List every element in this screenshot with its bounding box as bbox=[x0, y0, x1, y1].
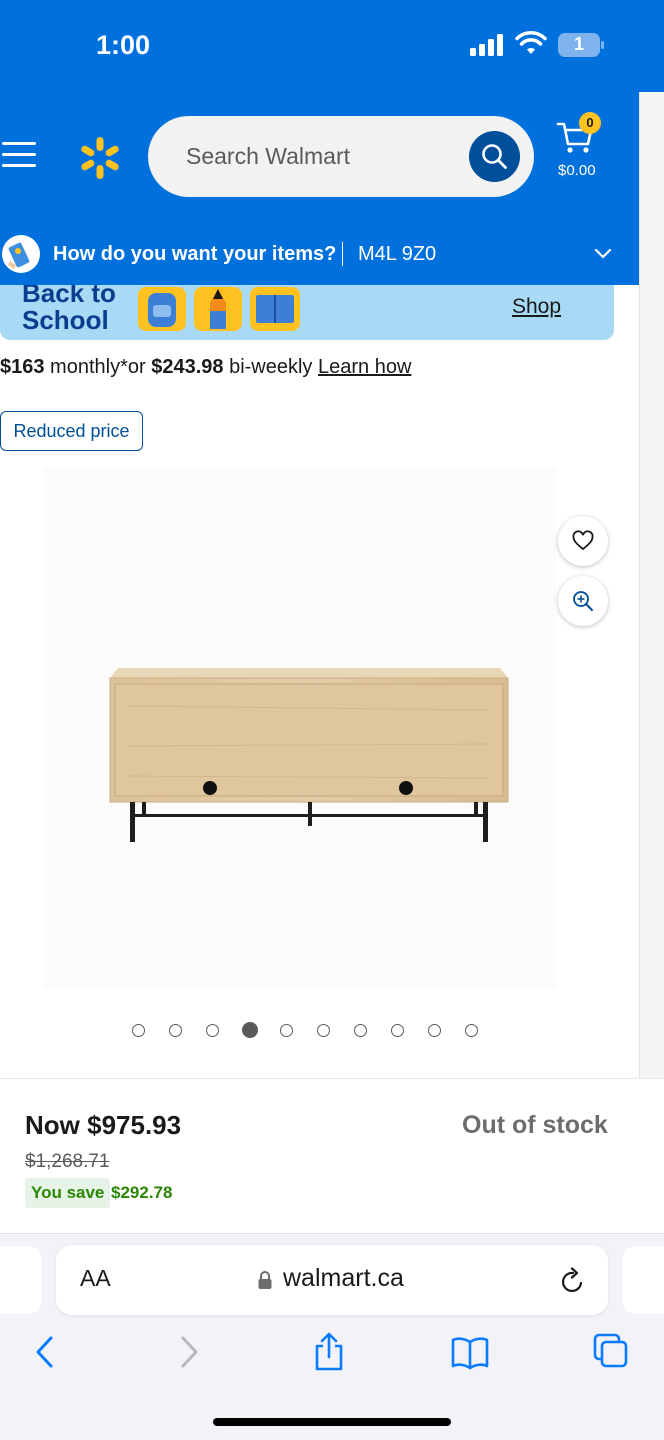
carousel-dot[interactable] bbox=[391, 1024, 404, 1037]
address-bar[interactable]: AA walmart.ca bbox=[56, 1245, 608, 1315]
delivery-divider bbox=[342, 242, 343, 266]
battery-icon: 1 bbox=[558, 33, 604, 57]
forward-icon[interactable] bbox=[178, 1332, 200, 1372]
wifi-icon bbox=[515, 31, 547, 54]
carousel-dot[interactable] bbox=[317, 1024, 330, 1037]
learn-how-link[interactable]: Learn how bbox=[318, 356, 411, 378]
search-input[interactable]: Search Walmart bbox=[148, 116, 534, 197]
tabs-icon[interactable] bbox=[592, 1332, 630, 1372]
price-panel: Now $975.93 $1,268.71 You save $292.78 O… bbox=[0, 1078, 664, 1234]
browser-nav-row bbox=[0, 1332, 664, 1376]
carousel-dot[interactable] bbox=[354, 1024, 367, 1037]
delivery-selector[interactable]: How do you want your items? M4L 9Z0 bbox=[0, 232, 664, 278]
browser-toolbar: AA walmart.ca bbox=[0, 1234, 664, 1440]
banner-title: Back to School bbox=[22, 285, 116, 335]
postal-code: M4L 9Z0 bbox=[358, 243, 437, 265]
hamburger-menu-icon[interactable] bbox=[2, 140, 36, 170]
next-tab-preview[interactable] bbox=[622, 1246, 664, 1314]
school-supplies-icon bbox=[138, 287, 300, 331]
carousel-dot[interactable] bbox=[132, 1024, 145, 1037]
delivery-phone-icon bbox=[2, 235, 40, 273]
carousel-dot[interactable] bbox=[280, 1024, 293, 1037]
monthly-amount: $163 bbox=[0, 356, 45, 378]
product-image[interactable] bbox=[108, 666, 510, 846]
share-icon[interactable] bbox=[312, 1332, 346, 1372]
walmart-spark-logo[interactable] bbox=[78, 136, 122, 180]
bookmarks-icon[interactable] bbox=[450, 1332, 490, 1372]
home-indicator[interactable] bbox=[213, 1418, 451, 1426]
cart-count-badge: 0 bbox=[579, 112, 601, 134]
search-placeholder: Search Walmart bbox=[186, 143, 351, 169]
you-save-badge: You save bbox=[25, 1178, 111, 1208]
financing-line: $163 monthly*or $243.98 bi-weekly Learn … bbox=[0, 356, 412, 378]
search-button[interactable] bbox=[469, 131, 520, 182]
cart-total: $0.00 bbox=[558, 162, 596, 179]
current-price: Now $975.93 bbox=[25, 1110, 182, 1140]
carousel-dot[interactable] bbox=[428, 1024, 441, 1037]
add-to-favorites-button[interactable] bbox=[558, 516, 608, 566]
status-time: 1:00 bbox=[96, 30, 151, 60]
battery-level: 1 bbox=[573, 34, 584, 54]
original-price: $1,268.71 bbox=[25, 1151, 110, 1172]
delivery-question: How do you want your items? bbox=[53, 243, 337, 265]
back-icon[interactable] bbox=[34, 1332, 56, 1372]
reload-icon[interactable] bbox=[560, 1267, 586, 1295]
header-bar: 1:00 1 Search Walmart 0 $0.00 How do you… bbox=[0, 0, 664, 285]
url-text[interactable]: walmart.ca bbox=[283, 1264, 404, 1293]
biweekly-amount: $243.98 bbox=[151, 356, 224, 378]
cellular-signal-icon bbox=[470, 34, 503, 56]
reader-options-button[interactable]: AA bbox=[80, 1265, 111, 1292]
carousel-dot[interactable] bbox=[241, 1022, 258, 1038]
chevron-down-icon bbox=[594, 248, 612, 259]
lock-icon bbox=[258, 1271, 272, 1289]
search-icon bbox=[482, 144, 507, 169]
page-scrollbar[interactable] bbox=[639, 92, 664, 1078]
back-to-school-banner[interactable]: Back to School Shop bbox=[0, 285, 614, 340]
carousel-dot[interactable] bbox=[465, 1024, 478, 1037]
banner-shop-link[interactable]: Shop bbox=[512, 295, 561, 319]
reduced-price-badge: Reduced price bbox=[0, 411, 143, 451]
carousel-dot[interactable] bbox=[206, 1024, 219, 1037]
you-save-amount: $292.78 bbox=[111, 1183, 173, 1202]
cart-button[interactable]: 0 $0.00 bbox=[556, 112, 616, 182]
previous-tab-preview[interactable] bbox=[0, 1246, 42, 1314]
zoom-in-icon bbox=[573, 591, 593, 611]
zoom-image-button[interactable] bbox=[558, 576, 608, 626]
heart-icon bbox=[572, 530, 594, 551]
stock-status: Out of stock bbox=[462, 1111, 608, 1139]
carousel-dot[interactable] bbox=[169, 1024, 182, 1037]
